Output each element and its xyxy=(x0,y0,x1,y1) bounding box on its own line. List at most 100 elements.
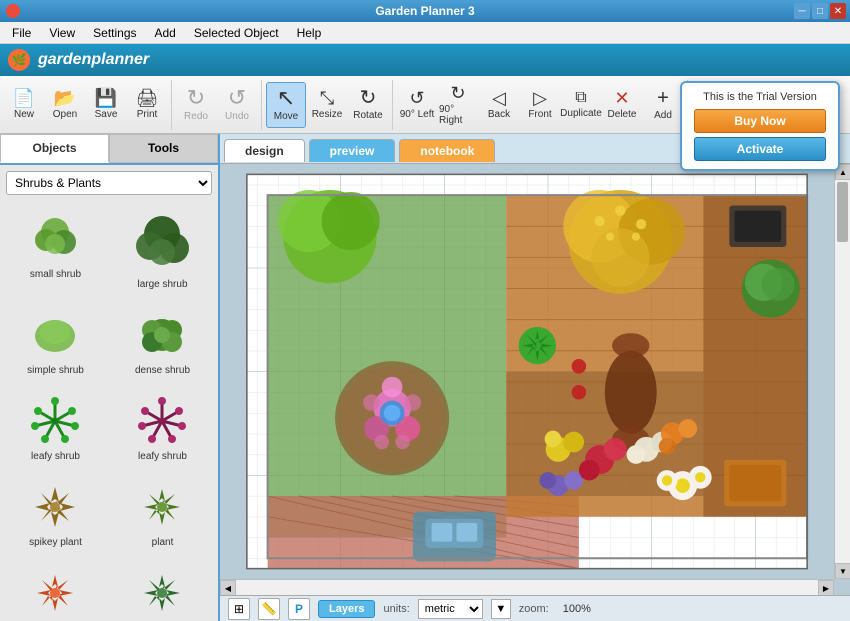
scroll-down-button[interactable]: ▼ xyxy=(835,563,850,579)
tab-preview[interactable]: preview xyxy=(309,139,396,162)
rotate90l-button[interactable]: ↺ 90° Left xyxy=(397,82,437,128)
open-icon: 📂 xyxy=(54,89,76,107)
add-button[interactable]: + Add xyxy=(643,82,683,128)
redo-icon: ↻ xyxy=(187,87,205,109)
logo-icon: 🌿 xyxy=(8,49,30,71)
garden-canvas xyxy=(220,164,834,579)
plant-1-label: plant xyxy=(152,537,174,548)
resize-button[interactable]: ⤡ Resize xyxy=(307,82,347,128)
undo-label: Undo xyxy=(225,111,249,122)
save-button[interactable]: 💾 Save xyxy=(86,82,126,128)
duplicate-icon: ⧉ xyxy=(575,90,586,106)
tab-design[interactable]: design xyxy=(224,139,305,162)
scrollbar-horizontal[interactable]: ◀ ▶ xyxy=(220,579,834,595)
object-plant-3[interactable]: plant xyxy=(111,559,214,621)
units-select[interactable]: metric imperial xyxy=(418,599,483,619)
move-label: Move xyxy=(274,111,298,122)
duplicate-button[interactable]: ⧉ Duplicate xyxy=(561,82,601,128)
redo-label: Redo xyxy=(184,111,208,122)
print-label: Print xyxy=(137,109,158,120)
grid-view-button[interactable]: ⊞ xyxy=(228,598,250,620)
close-button[interactable]: ✕ xyxy=(830,3,846,19)
title-bar: Garden Planner 3 ─ □ ✕ xyxy=(0,0,850,22)
scroll-thumb-vertical[interactable] xyxy=(837,182,848,242)
menu-help[interactable]: Help xyxy=(289,24,330,42)
logo-bar: 🌿 gardenplanner xyxy=(0,44,850,76)
rotate90r-button[interactable]: ↻ 90° Right xyxy=(438,82,478,128)
undo-icon: ↺ xyxy=(228,87,246,109)
tab-objects[interactable]: Objects xyxy=(0,134,109,163)
rotate-label: Rotate xyxy=(353,110,382,121)
menu-selected-object[interactable]: Selected Object xyxy=(186,24,287,42)
print-button[interactable]: 🖨 Print xyxy=(127,82,167,128)
menu-add[interactable]: Add xyxy=(147,24,184,42)
scroll-left-button[interactable]: ◀ xyxy=(220,580,236,595)
object-plant-1[interactable]: plant xyxy=(111,473,214,555)
open-label: Open xyxy=(53,109,77,120)
small-shrub-label: small shrub xyxy=(30,269,81,280)
measure-button[interactable]: 📏 xyxy=(258,598,280,620)
new-button[interactable]: 📄 New xyxy=(4,82,44,128)
add-icon: + xyxy=(657,88,669,108)
move-icon: ↖ xyxy=(277,87,295,109)
scrollbar-vertical[interactable]: ▲ ▼ xyxy=(834,164,850,579)
zoom-value: 100% xyxy=(557,603,597,615)
rotate90r-label: 90° Right xyxy=(439,104,477,126)
menu-view[interactable]: View xyxy=(41,24,83,42)
save-label: Save xyxy=(95,109,118,120)
zoom-down-button[interactable]: ▼ xyxy=(491,599,511,619)
rotate90r-icon: ↻ xyxy=(450,84,465,102)
object-simple-shrub[interactable]: simple shrub xyxy=(4,301,107,383)
trial-popup: This is the Trial Version Buy Now Activa… xyxy=(680,81,840,171)
object-small-shrub[interactable]: small shrub xyxy=(4,205,107,297)
redo-button[interactable]: ↻ Redo xyxy=(176,82,216,128)
minimize-button[interactable]: ─ xyxy=(794,3,810,19)
tab-notebook[interactable]: notebook xyxy=(399,139,495,162)
activate-button[interactable]: Activate xyxy=(694,137,826,161)
delete-label: Delete xyxy=(608,109,637,120)
status-bar: ⊞ 📏 P Layers units: metric imperial ▼ zo… xyxy=(220,595,850,621)
scroll-track-vertical[interactable] xyxy=(835,180,850,563)
save-icon: 💾 xyxy=(95,89,117,107)
units-label: units: xyxy=(383,603,409,615)
left-panel: Objects Tools Shrubs & Plants Trees Flow… xyxy=(0,134,220,621)
rotate-icon: ↻ xyxy=(360,88,377,108)
move-button[interactable]: ↖ Move xyxy=(266,82,306,128)
simple-shrub-label: simple shrub xyxy=(27,365,84,376)
object-plant-2[interactable]: plant xyxy=(4,559,107,621)
front-icon: ▷ xyxy=(533,89,547,107)
duplicate-label: Duplicate xyxy=(560,108,602,119)
rotate-button[interactable]: ↻ Rotate xyxy=(348,82,388,128)
object-large-shrub[interactable]: large shrub xyxy=(111,205,214,297)
right-area: design preview notebook xyxy=(220,134,850,621)
zoom-label: zoom: xyxy=(519,603,549,615)
spikey-plant-label: spikey plant xyxy=(29,537,82,548)
menu-settings[interactable]: Settings xyxy=(85,24,144,42)
canvas-area[interactable]: ▲ ▼ ◀ ▶ xyxy=(220,164,850,595)
scroll-right-button[interactable]: ▶ xyxy=(818,580,834,595)
undo-button[interactable]: ↺ Undo xyxy=(217,82,257,128)
pin-button[interactable]: P xyxy=(288,598,310,620)
large-shrub-label: large shrub xyxy=(137,279,187,290)
open-button[interactable]: 📂 Open xyxy=(45,82,85,128)
buy-now-button[interactable]: Buy Now xyxy=(694,109,826,133)
category-select[interactable]: Shrubs & Plants Trees Flowers Ground Cov… xyxy=(6,171,212,195)
delete-button[interactable]: ✕ Delete xyxy=(602,82,642,128)
object-spikey-plant[interactable]: spikey plant xyxy=(4,473,107,555)
front-button[interactable]: ▷ Front xyxy=(520,82,560,128)
resize-icon: ⤡ xyxy=(320,89,334,107)
logo-text: gardenplanner xyxy=(38,51,149,69)
back-button[interactable]: ◁ Back xyxy=(479,82,519,128)
back-label: Back xyxy=(488,109,510,120)
new-label: New xyxy=(14,109,34,120)
scroll-track-horizontal[interactable] xyxy=(236,580,818,595)
object-leafy-shrub-2[interactable]: leafy shrub xyxy=(111,387,214,469)
rotate90l-icon: ↺ xyxy=(409,89,424,107)
maximize-button[interactable]: □ xyxy=(812,3,828,19)
object-leafy-shrub-1[interactable]: leafy shrub xyxy=(4,387,107,469)
layers-button[interactable]: Layers xyxy=(318,600,375,618)
menu-bar: File View Settings Add Selected Object H… xyxy=(0,22,850,44)
tab-tools[interactable]: Tools xyxy=(109,134,218,163)
object-dense-shrub[interactable]: dense shrub xyxy=(111,301,214,383)
menu-file[interactable]: File xyxy=(4,24,39,42)
